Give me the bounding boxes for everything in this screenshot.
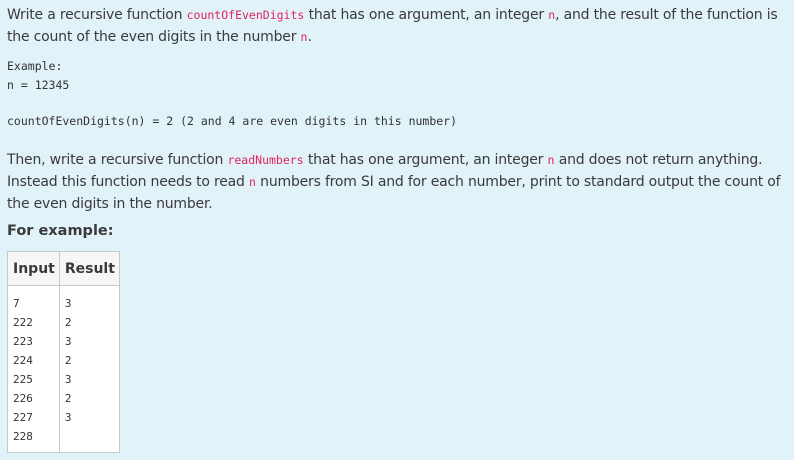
header-result: Result — [58, 251, 120, 286]
result-values: 3 2 3 2 3 2 3 — [64, 297, 72, 424]
inline-code-countofevendigits: countOfEvenDigits — [186, 8, 305, 22]
header-input: Input — [7, 251, 60, 286]
text: that has one argument, an integer — [303, 152, 548, 168]
input-cell: 7 222 223 224 225 226 227 228 — [7, 285, 60, 453]
question-content: Write a recursive function countOfEvenDi… — [7, 4, 793, 453]
example-input: n = 12345 — [7, 78, 70, 92]
examples-table: Input Result 7 222 223 224 225 226 227 2… — [7, 251, 120, 453]
problem-paragraph-2: Then, write a recursive function readNum… — [7, 149, 793, 215]
for-example-heading: For example: — [7, 223, 114, 239]
text: Then, write a recursive function — [7, 152, 228, 168]
inline-code-n: n — [248, 175, 256, 189]
result-cell: 3 2 3 2 3 2 3 — [58, 285, 120, 453]
example-call: countOfEvenDigits(n) = 2 (2 and 4 are ev… — [7, 114, 458, 128]
table-row: 7 222 223 224 225 226 227 228 3 2 3 2 3 … — [7, 285, 120, 453]
table-header-row: Input Result — [7, 251, 120, 286]
text: . — [307, 29, 312, 45]
inline-code-readnumbers: readNumbers — [227, 153, 304, 167]
text: Write a recursive function — [7, 7, 187, 23]
text: that has one argument, an integer — [304, 7, 549, 23]
input-values: 7 222 223 224 225 226 227 228 — [13, 297, 33, 443]
example-label: Example: — [7, 59, 63, 73]
problem-paragraph-1: Write a recursive function countOfEvenDi… — [7, 4, 793, 48]
